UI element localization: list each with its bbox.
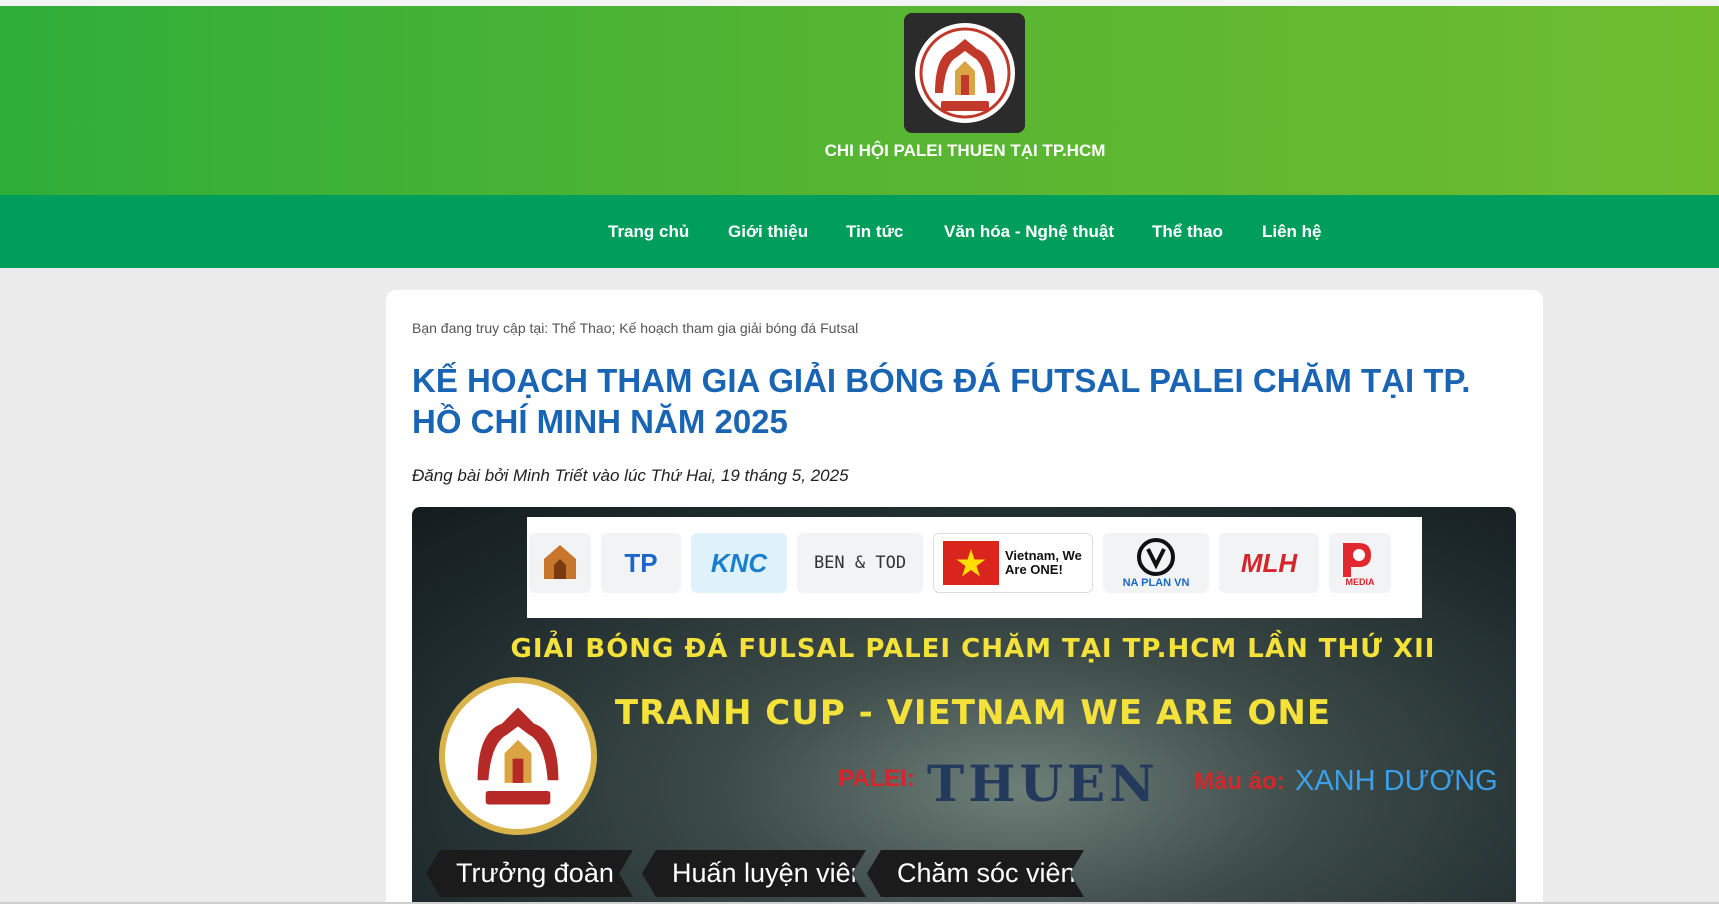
role-tag-coach: Huấn luyện viên [642, 850, 866, 897]
sponsor-logo-knc: KNC [691, 533, 787, 593]
vietnam-flag-icon [943, 541, 999, 585]
role-tag-caretaker: Chăm sóc viên [867, 850, 1084, 897]
nav-item-culture[interactable]: Văn hóa - Nghệ thuật [944, 222, 1114, 242]
sponsor-logo-tp: TP [601, 533, 681, 593]
site-header: CHI HỘI PALEI THUEN TẠI TP.HCM [0, 6, 1719, 195]
post-card: Bạn đang truy cập tại: Thể Thao; Kế hoạc… [386, 290, 1543, 904]
jersey-color-label: Màu áo: [1194, 768, 1285, 795]
nav-item-about[interactable]: Giới thiệu [728, 222, 808, 242]
palei-thuen-logo-icon [914, 23, 1015, 123]
post-meta: Đăng bài bởi Minh Triết vào lúc Thứ Hai,… [412, 466, 849, 485]
post-title: KẾ HOẠCH THAM GIA GIẢI BÓNG ĐÁ FUTSAL PA… [412, 362, 1471, 440]
sponsor-logo-media: MEDIA [1329, 533, 1391, 593]
palei-label: PALEI: [838, 765, 915, 792]
site-logo[interactable] [904, 13, 1025, 133]
nav-item-home[interactable]: Trang chủ [608, 222, 689, 242]
poster-headline: GIẢI BÓNG ĐÁ FULSAL PALEI CHĂM TẠI TP.HC… [510, 634, 1436, 664]
sponsor-logo-na-plan: NA PLAN VN [1103, 533, 1209, 593]
breadcrumb[interactable]: Bạn đang truy cập tại: Thể Thao; Kế hoạc… [412, 320, 858, 336]
sponsor-logo-ben-tod: BEN & TOD [797, 533, 923, 593]
nav-item-sports[interactable]: Thể thao [1152, 222, 1223, 242]
jersey-color-value: XANH DƯƠNG [1295, 765, 1498, 797]
palei-thuen-logo-icon [477, 707, 559, 805]
sponsor-vwao-text: Vietnam, We Are ONE! [1005, 548, 1082, 577]
nav-item-contact[interactable]: Liên hệ [1262, 222, 1322, 242]
sponsor-na-plan-text: NA PLAN VN [1122, 577, 1190, 589]
poster-team-logo [439, 677, 597, 835]
media-logo-icon [1343, 543, 1371, 577]
sponsor-logo-palei [529, 533, 591, 593]
poster-image[interactable]: TP KNC BEN & TOD Vietnam, We Are ONE! NA… [412, 507, 1516, 904]
nav-item-news[interactable]: Tin tức [846, 222, 903, 242]
sponsor-logo-vietnam-we-are-one: Vietnam, We Are ONE! [933, 533, 1093, 593]
na-plan-logo-icon [1137, 538, 1175, 576]
palei-thuen-logo-icon [544, 545, 576, 579]
main-nav: Trang chủ Giới thiệu Tin tức Văn hóa - N… [0, 195, 1719, 268]
palei-name: THUEN [927, 754, 1159, 813]
sponsor-logo-mlh: MLH [1219, 533, 1319, 593]
sponsor-strip: TP KNC BEN & TOD Vietnam, We Are ONE! NA… [527, 517, 1422, 618]
role-tag-team-leader: Trưởng đoàn [426, 850, 633, 897]
site-title[interactable]: CHI HỘI PALEI THUEN TẠI TP.HCM [0, 141, 1719, 161]
